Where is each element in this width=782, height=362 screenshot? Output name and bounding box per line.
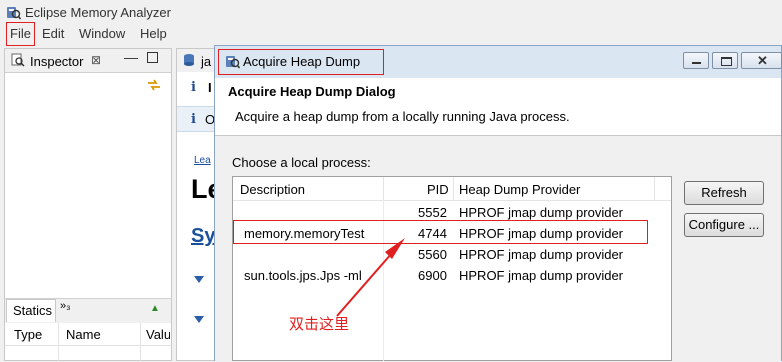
row-provider: HPROF jmap dump provider — [459, 205, 623, 220]
row-description: sun.tools.jps.Jps -ml — [244, 268, 362, 283]
column-pid[interactable]: PID — [427, 182, 449, 197]
maximize-icon — [721, 57, 732, 66]
window-title: Eclipse Memory Analyzer — [25, 5, 171, 20]
row-pid: 6900 — [418, 268, 447, 283]
expand-arrow-icon[interactable] — [194, 276, 204, 283]
expand-arrow-icon[interactable] — [194, 316, 204, 323]
editor-toolbar-text: I — [208, 80, 212, 95]
dialog-minimize-button[interactable] — [683, 52, 709, 69]
column-divider — [140, 323, 141, 361]
statics-tab[interactable]: Statics — [13, 303, 52, 318]
minimize-icon[interactable]: — — [124, 49, 138, 65]
dialog-maximize-button[interactable] — [712, 52, 738, 69]
refresh-button[interactable]: Refresh — [684, 181, 764, 205]
selected-row-highlight — [233, 220, 648, 244]
table-row[interactable]: 5560 HPROF jmap dump provider — [233, 243, 671, 264]
row-pid: 5560 — [418, 247, 447, 262]
editor-tab[interactable]: ja — [201, 54, 211, 69]
eclipse-mat-icon — [7, 7, 21, 20]
dialog-description: Acquire a heap dump from a locally runni… — [235, 109, 570, 124]
pin-icon[interactable]: ▲ — [150, 303, 160, 314]
inspector-tab[interactable]: Inspector — [30, 54, 83, 69]
column-divider — [58, 323, 59, 361]
minimize-icon — [692, 62, 701, 64]
menu-help[interactable]: Help — [140, 26, 167, 41]
close-icon[interactable]: ⊠ — [91, 53, 101, 67]
column-divider — [453, 177, 454, 200]
maximize-icon[interactable] — [147, 52, 158, 63]
choose-process-label: Choose a local process: — [232, 155, 371, 170]
more-tabs-button[interactable]: »₃ — [60, 300, 71, 312]
row-pid: 5552 — [418, 205, 447, 220]
menu-window[interactable]: Window — [79, 26, 125, 41]
column-value[interactable]: Value — [146, 327, 170, 342]
configure-button[interactable]: Configure ... — [684, 213, 764, 237]
column-type[interactable]: Type — [14, 327, 42, 342]
column-description[interactable]: Description — [240, 182, 305, 197]
leak-suspects-link[interactable]: Lea — [194, 155, 211, 166]
row-provider: HPROF jmap dump provider — [459, 268, 623, 283]
column-divider — [654, 177, 655, 200]
dialog-title-highlight — [218, 49, 384, 75]
info-icon: i — [191, 80, 196, 95]
column-provider[interactable]: Heap Dump Provider — [459, 182, 580, 197]
link-arrows-icon[interactable] — [146, 77, 162, 93]
row-provider: HPROF jmap dump provider — [459, 247, 623, 262]
system-overview-link[interactable]: Sy — [191, 225, 215, 248]
annotation-label: 双击这里 — [289, 315, 350, 333]
menu-edit[interactable]: Edit — [42, 26, 64, 41]
table-row[interactable]: sun.tools.jps.Jps -ml 6900 HPROF jmap du… — [233, 264, 671, 285]
close-icon: ✕ — [757, 53, 768, 68]
column-divider — [383, 177, 384, 200]
info-icon: i — [191, 112, 196, 127]
dialog-close-button[interactable]: ✕ — [741, 52, 782, 69]
database-icon — [184, 54, 194, 66]
file-menu-highlight — [6, 22, 35, 46]
table-row[interactable]: 5552 HPROF jmap dump provider — [233, 200, 671, 222]
column-name[interactable]: Name — [66, 327, 101, 342]
inspector-icon — [11, 53, 25, 67]
dialog-heading: Acquire Heap Dump Dialog — [228, 84, 396, 99]
